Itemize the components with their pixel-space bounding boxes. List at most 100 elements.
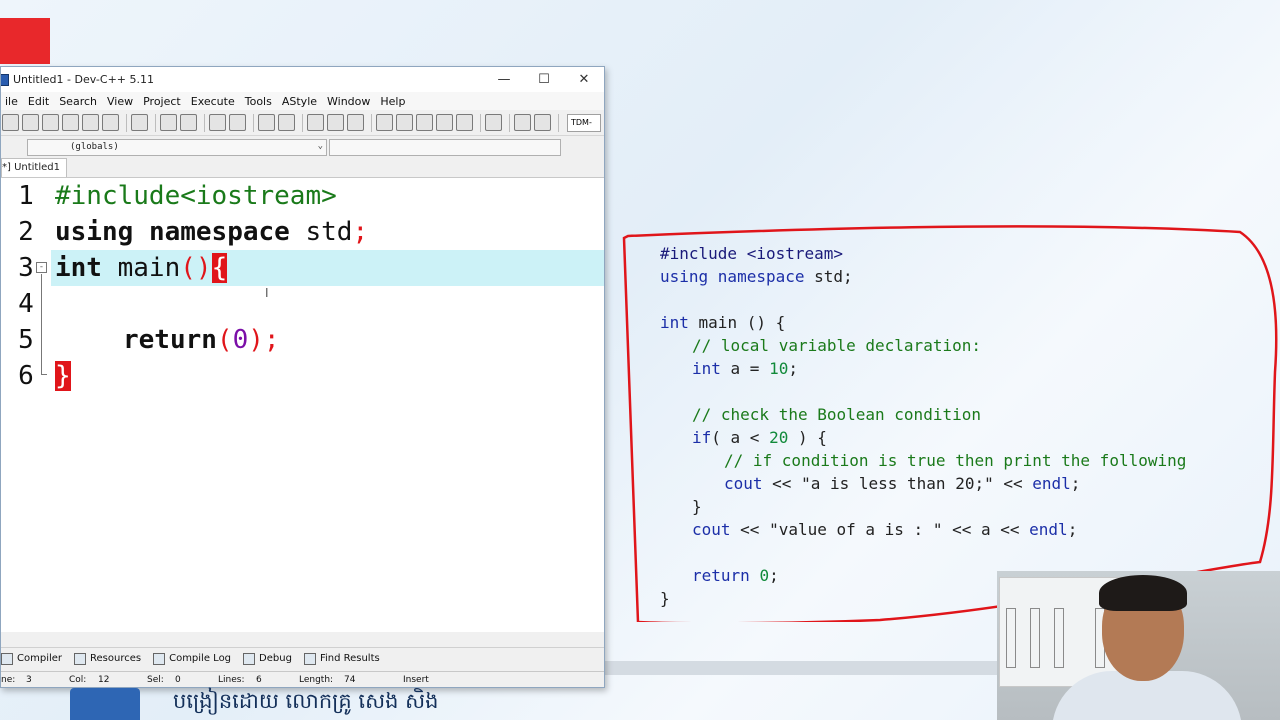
- tab-find-results[interactable]: Find Results: [303, 652, 380, 665]
- preprocessor-text: #include<iostream>: [55, 181, 337, 211]
- tab-debug[interactable]: Debug: [243, 652, 292, 665]
- panel-line-2: using namespace std;: [660, 267, 853, 287]
- tab-compile-log[interactable]: Compile Log: [153, 652, 232, 665]
- save-all-icon[interactable]: [62, 114, 79, 131]
- editor-tab-bar: *] Untitled1: [1, 158, 604, 178]
- goto-function-icon[interactable]: [278, 114, 295, 131]
- status-line-value: 3: [26, 675, 32, 685]
- code-line: 1 #include<iostream>: [1, 178, 604, 214]
- code-line: 4: [1, 286, 604, 322]
- menu-project[interactable]: Project: [139, 95, 187, 108]
- menu-search[interactable]: Search: [55, 95, 103, 108]
- close-button[interactable]: ✕: [564, 72, 604, 87]
- forward-icon[interactable]: [327, 114, 344, 131]
- panel-keyword: namespace: [717, 267, 805, 286]
- member-select[interactable]: [329, 138, 561, 156]
- whiteboard-drawing: [1054, 608, 1064, 668]
- chevron-down-icon: ⌄: [317, 140, 323, 151]
- minimize-button[interactable]: —: [484, 72, 524, 87]
- panel-text: <<: [993, 474, 1033, 493]
- status-col-value: 12: [98, 675, 110, 685]
- instructor-caption: បង្រៀនដោយ លោកគ្រូ សេង សិង: [173, 689, 439, 713]
- menu-astyle[interactable]: AStyle: [278, 95, 323, 108]
- scope-select[interactable]: (globals) ⌄: [27, 138, 327, 156]
- panel-text: <<: [762, 474, 802, 493]
- run-icon[interactable]: [396, 114, 413, 131]
- status-col-label: Col:: [69, 675, 87, 685]
- identifier-std: std: [289, 217, 353, 247]
- tab-label: Compile Log: [169, 653, 232, 664]
- line-number: 5: [18, 325, 34, 355]
- toolbar-separator: [126, 113, 127, 132]
- debug-bug-icon[interactable]: [534, 114, 551, 131]
- tab-compiler[interactable]: Compiler: [1, 652, 62, 665]
- panel-line-13: }: [660, 589, 670, 609]
- whiteboard-drawing: [1006, 608, 1016, 668]
- class-toolbar: (globals) ⌄: [1, 136, 604, 218]
- close-file-icon[interactable]: [82, 114, 99, 131]
- panel-text: ;: [1067, 520, 1078, 539]
- close-all-icon[interactable]: [102, 114, 119, 131]
- save-icon[interactable]: [42, 114, 59, 131]
- menu-help[interactable]: Help: [376, 95, 411, 108]
- panel-string: "value of a is : ": [769, 520, 943, 539]
- redo-icon[interactable]: [180, 114, 197, 131]
- code-line: 5 return(0);: [1, 322, 604, 358]
- status-bar: ne: 3 Col: 12 Sel: 0 Lines: 6 Length: 74…: [1, 671, 604, 687]
- tab-untitled1[interactable]: *] Untitled1: [1, 158, 67, 177]
- brace-match-close: }: [55, 361, 71, 391]
- syntax-check-icon[interactable]: [456, 114, 473, 131]
- new-file-icon[interactable]: [2, 114, 19, 131]
- compile-icon[interactable]: [376, 114, 393, 131]
- title-bar[interactable]: Untitled1 - Dev-C++ 5.11 — ☐ ✕: [1, 67, 604, 92]
- panel-text: ;: [1070, 474, 1081, 493]
- status-insert-mode: Insert: [403, 675, 429, 685]
- compile-run-icon[interactable]: [416, 114, 433, 131]
- fold-toggle-icon[interactable]: -: [36, 262, 47, 273]
- status-lines-label: Lines:: [218, 675, 245, 685]
- menu-file[interactable]: ile: [1, 95, 24, 108]
- code-text: #include<iostream>: [55, 178, 337, 214]
- open-file-icon[interactable]: [22, 114, 39, 131]
- find-icon[interactable]: [209, 114, 226, 131]
- semicolon: ;: [352, 217, 369, 247]
- bottom-panel-tabs: Compiler Resources Compile Log Debug Fin…: [1, 647, 604, 669]
- panel-text: std;: [804, 267, 853, 286]
- menu-tools[interactable]: Tools: [241, 95, 278, 108]
- panel-keyword: int: [692, 359, 721, 378]
- bookmark-icon[interactable]: [347, 114, 364, 131]
- panel-keyword: if: [692, 428, 712, 447]
- profile-chart-icon[interactable]: [514, 114, 531, 131]
- undo-icon[interactable]: [160, 114, 177, 131]
- back-icon[interactable]: [307, 114, 324, 131]
- tab-resources[interactable]: Resources: [74, 652, 142, 665]
- panel-line-5: int a = 10;: [692, 359, 798, 379]
- panel-text: a =: [720, 359, 770, 378]
- line-number: 2: [18, 217, 34, 247]
- status-sel-value: 0: [175, 675, 181, 685]
- status-length-value: 74: [344, 675, 356, 685]
- maximize-button[interactable]: ☐: [524, 72, 564, 87]
- panel-text: ( a <: [711, 428, 770, 447]
- panel-comment: // local variable declaration:: [692, 336, 981, 355]
- menu-window[interactable]: Window: [323, 95, 376, 108]
- tab-label: Resources: [90, 653, 142, 664]
- find-results-icon: [303, 652, 316, 665]
- menu-execute[interactable]: Execute: [187, 95, 241, 108]
- code-editor[interactable]: 1 #include<iostream> 2 using namespace s…: [1, 178, 604, 632]
- replace-icon[interactable]: [229, 114, 246, 131]
- goto-line-icon[interactable]: [258, 114, 275, 131]
- rebuild-icon[interactable]: [436, 114, 453, 131]
- compiler-select[interactable]: TDM-: [567, 113, 601, 132]
- menu-edit[interactable]: Edit: [24, 95, 55, 108]
- keyword-namespace: namespace: [148, 217, 290, 247]
- line-number: 1: [18, 181, 34, 211]
- keyword-using: using: [55, 217, 134, 247]
- status-lines-value: 6: [256, 675, 262, 685]
- menu-view[interactable]: View: [103, 95, 139, 108]
- print-icon[interactable]: [131, 114, 148, 131]
- panel-text: ) {: [788, 428, 827, 447]
- presenter-hair: [1099, 575, 1187, 611]
- toolbar-separator: [204, 113, 205, 132]
- stop-execution-icon[interactable]: [485, 114, 502, 131]
